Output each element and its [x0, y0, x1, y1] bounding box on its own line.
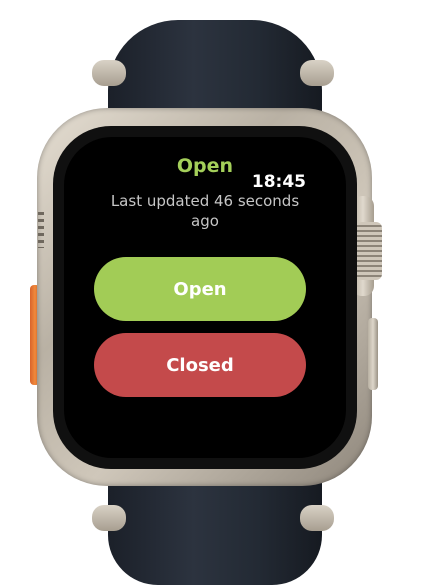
speaker-grille — [38, 212, 44, 248]
side-button[interactable] — [368, 318, 378, 390]
closed-button[interactable]: Closed — [94, 333, 306, 397]
watch-screen: Open 18:45 Last updated 46 seconds ago O… — [64, 137, 346, 458]
band-lug — [300, 505, 334, 531]
open-button[interactable]: Open — [94, 257, 306, 321]
clock-time: 18:45 — [251, 172, 306, 192]
apple-watch-mockup: Open 18:45 Last updated 46 seconds ago O… — [0, 0, 440, 585]
last-updated-text: Last updated 46 seconds ago — [110, 192, 300, 230]
band-lug — [300, 60, 334, 86]
digital-crown[interactable] — [356, 222, 382, 280]
band-lug — [92, 505, 126, 531]
band-lug — [92, 60, 126, 86]
